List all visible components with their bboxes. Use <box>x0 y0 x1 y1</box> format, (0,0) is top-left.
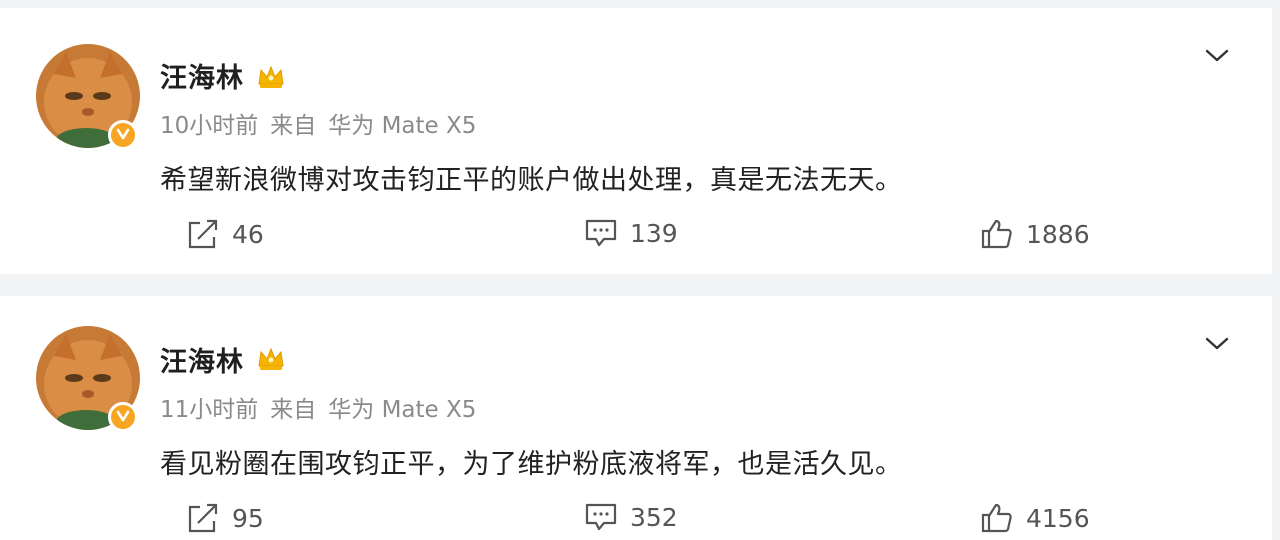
vip-crown-icon <box>256 64 286 90</box>
source-prefix: 来自 <box>270 113 317 139</box>
repost-button[interactable]: 46 <box>186 218 264 250</box>
comment-icon <box>585 503 617 531</box>
thumbs-up-icon <box>981 219 1012 249</box>
comment-icon <box>585 219 617 247</box>
comment-count: 352 <box>630 502 678 532</box>
repost-count: 46 <box>232 219 264 249</box>
username[interactable]: 汪海林 <box>160 340 244 379</box>
repost-count: 95 <box>232 503 264 533</box>
like-count: 1886 <box>1026 219 1090 249</box>
comment-button[interactable]: 352 <box>584 502 678 532</box>
verified-badge-icon <box>108 402 138 432</box>
post-content: 看见粉圈在围攻钧正平，为了维护粉底液将军，也是活久见。 <box>160 449 903 480</box>
weibo-post-card: 汪海林 11小时前 来自 华为 Mate X5 看见粉圈在围攻钧正平，为了维护粉底液… <box>0 296 1272 540</box>
comment-button[interactable]: 139 <box>584 218 678 248</box>
like-count: 4156 <box>1026 503 1090 533</box>
repost-icon <box>188 219 218 249</box>
weibo-post-card: 汪海林 10小时前 来自 华为 Mate X5 希望新浪微博对攻击钧正平的账户做出处… <box>0 8 1272 274</box>
like-button[interactable]: 1886 <box>980 218 1090 250</box>
vip-crown-icon <box>256 346 286 372</box>
post-meta: 10小时前 来自 华为 Mate X5 <box>160 106 476 140</box>
source-prefix: 来自 <box>270 397 317 423</box>
repost-icon <box>188 503 218 533</box>
post-content: 希望新浪微博对攻击钧正平的账户做出处理，真是无法无天。 <box>160 165 903 196</box>
post-meta: 11小时前 来自 华为 Mate X5 <box>160 390 476 424</box>
chevron-down-icon[interactable] <box>1204 48 1230 64</box>
weibo-feed: 汪海林 10小时前 来自 华为 Mate X5 希望新浪微博对攻击钧正平的账户做出处… <box>0 0 1280 540</box>
post-time[interactable]: 11小时前 <box>160 397 258 423</box>
source-device: 华为 Mate X5 <box>328 397 477 423</box>
repost-button[interactable]: 95 <box>186 502 264 534</box>
like-button[interactable]: 4156 <box>980 502 1090 534</box>
source-device: 华为 Mate X5 <box>328 113 477 139</box>
post-time[interactable]: 10小时前 <box>160 113 258 139</box>
chevron-down-icon[interactable] <box>1204 336 1230 352</box>
username[interactable]: 汪海林 <box>160 56 244 95</box>
verified-badge-icon <box>108 120 138 150</box>
thumbs-up-icon <box>981 503 1012 533</box>
comment-count: 139 <box>630 218 678 248</box>
